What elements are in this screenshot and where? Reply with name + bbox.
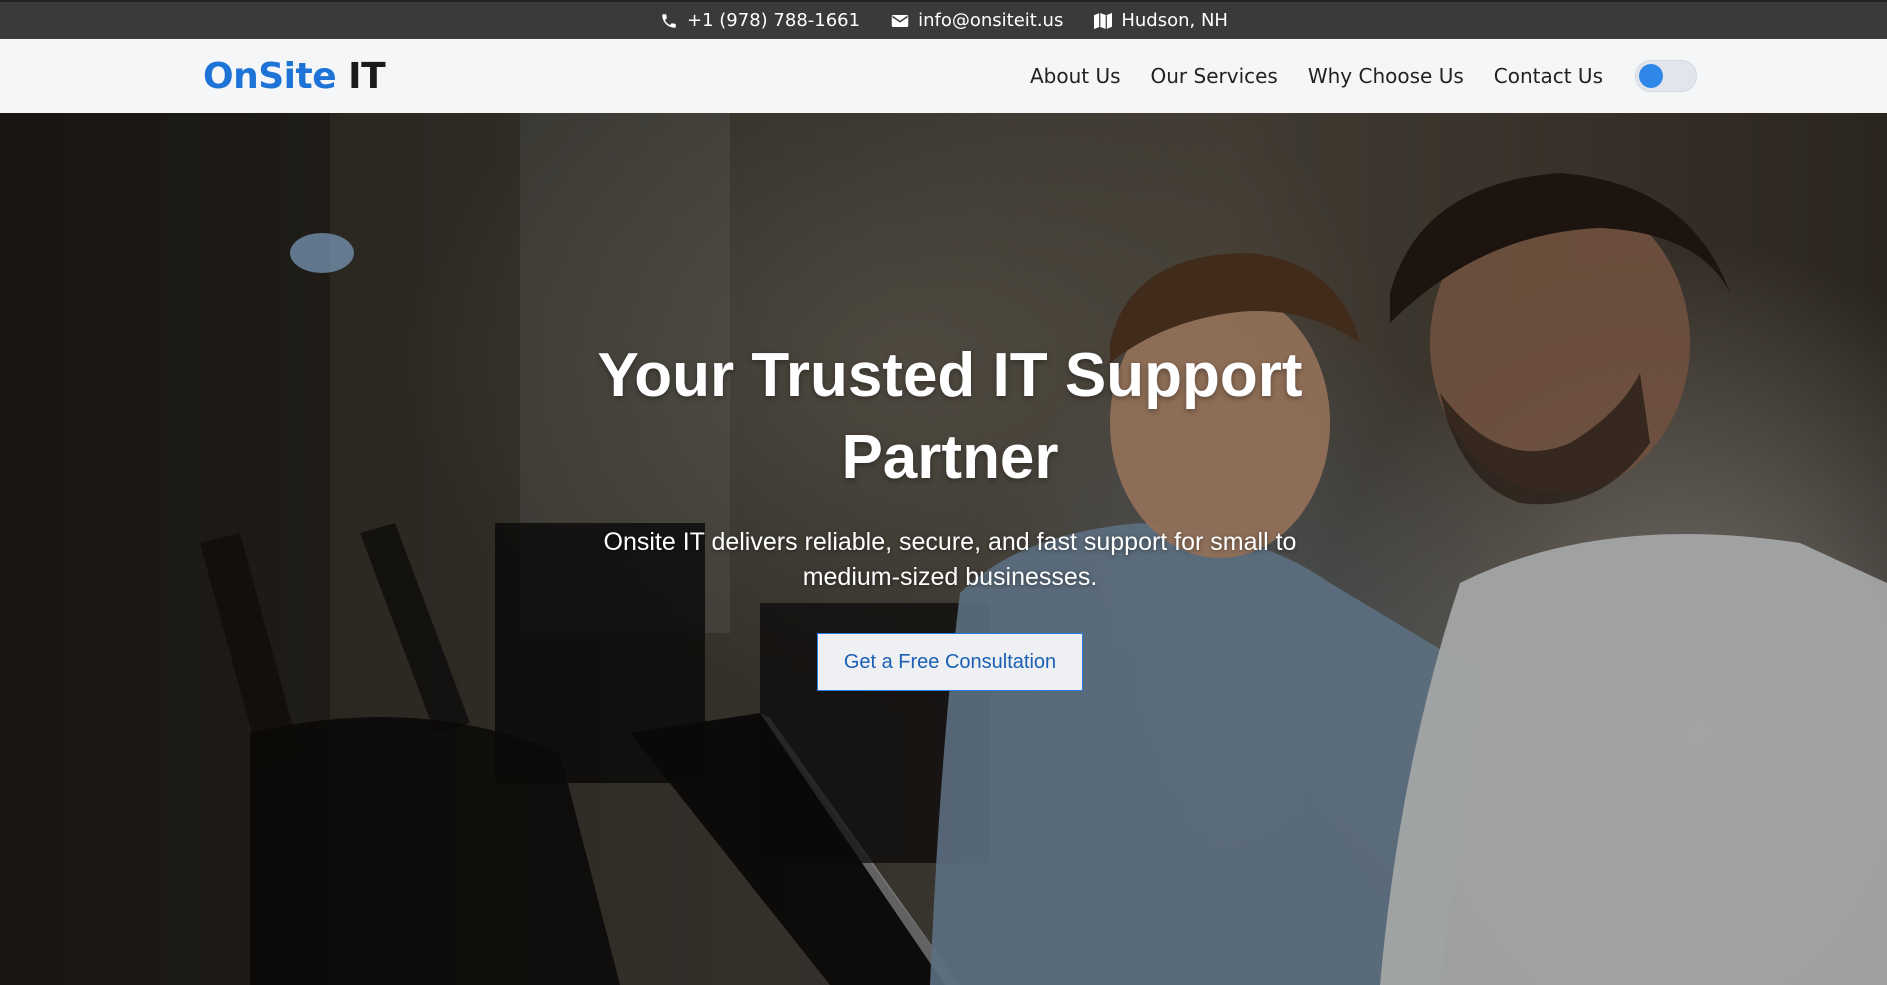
email-contact[interactable]: info@onsiteit.us (890, 10, 1063, 31)
hero-title-line2: Partner (841, 423, 1059, 492)
hero-title: Your Trusted IT Support Partner (560, 335, 1340, 499)
nav-item-contact-us[interactable]: Contact Us (1494, 64, 1603, 88)
nav-item-about-us[interactable]: About Us (1030, 64, 1121, 88)
hero-subtitle: Onsite IT delivers reliable, secure, and… (603, 528, 1297, 591)
nav-menu: About Us Our Services Why Choose Us Cont… (1030, 60, 1697, 92)
location-text: Hudson, NH (1121, 10, 1228, 31)
phone-icon (659, 11, 679, 31)
theme-toggle[interactable] (1635, 60, 1697, 92)
phone-contact[interactable]: +1 (978) 788-1661 (659, 10, 860, 31)
envelope-icon (890, 11, 910, 31)
email-address: info@onsiteit.us (918, 10, 1064, 31)
brand-name-part1: OnSite (203, 55, 337, 97)
top-info-bar: +1 (978) 788-1661 info@onsiteit.us Hudso… (0, 0, 1887, 39)
map-icon (1093, 11, 1113, 31)
hero-title-line1: Your Trusted IT Support (597, 341, 1303, 410)
location-info: Hudson, NH (1093, 10, 1228, 31)
brand-name-part2: IT (348, 55, 386, 97)
nav-item-our-services[interactable]: Our Services (1151, 64, 1278, 88)
free-consultation-button[interactable]: Get a Free Consultation (816, 633, 1084, 691)
phone-number: +1 (978) 788-1661 (687, 10, 861, 31)
toggle-knob (1639, 64, 1663, 88)
hero-section: Your Trusted IT Support Partner Onsite I… (0, 113, 1887, 985)
hero-content: Your Trusted IT Support Partner Onsite I… (560, 335, 1340, 691)
main-nav: OnSite IT About Us Our Services Why Choo… (0, 39, 1887, 113)
brand-logo[interactable]: OnSite IT (203, 55, 386, 97)
nav-item-why-choose-us[interactable]: Why Choose Us (1308, 64, 1464, 88)
